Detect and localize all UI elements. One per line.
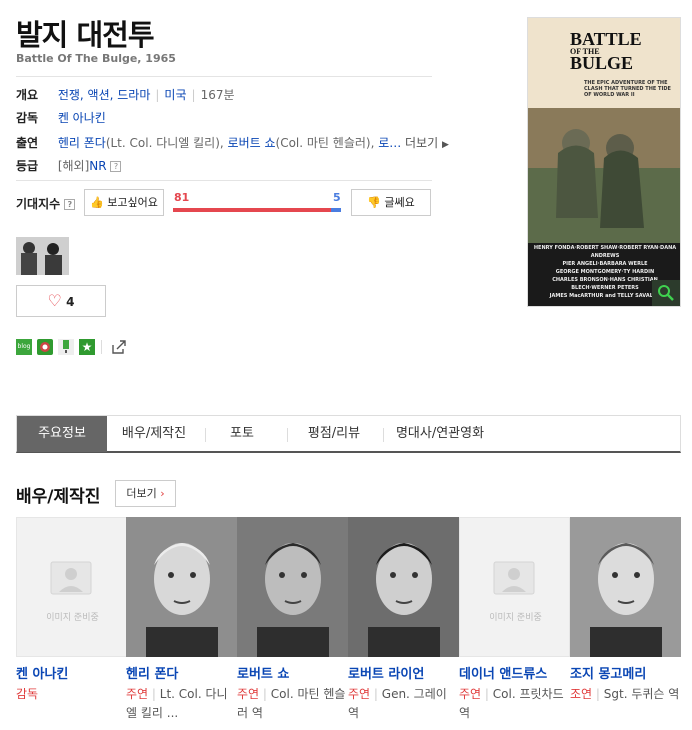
want-bar bbox=[173, 208, 331, 212]
poster-title: BATTLE OF THE BULGE bbox=[570, 29, 642, 73]
genre-link[interactable]: 전쟁, 액션, 드라마 bbox=[58, 88, 151, 102]
blog-share-icon[interactable]: blog bbox=[16, 339, 32, 355]
director-link[interactable]: 켄 아나킨 bbox=[58, 111, 106, 125]
tab-photo[interactable]: 포토 bbox=[207, 416, 277, 452]
chevron-right-icon: ▶ bbox=[441, 140, 449, 150]
bookmark-share-icon[interactable] bbox=[58, 339, 74, 355]
role-badge: 주연 bbox=[126, 687, 149, 701]
character-name: Sgt. 두퀴슨 역 bbox=[603, 687, 680, 701]
page-title: 발지 대전투 bbox=[16, 18, 154, 52]
want-to-see-button[interactable]: 👍 보고싶어요 bbox=[84, 189, 164, 216]
cast-card[interactable]: 조지 몽고메리조연 | Sgt. 두퀴슨 역 bbox=[570, 517, 681, 704]
poster-tagline: THE EPIC ADVENTURE OF THE CLASH THAT TUR… bbox=[584, 80, 671, 98]
cast-card[interactable]: 이미지 준비중데이너 앤드류스주연 | Col. 프릿차드 역 bbox=[459, 517, 570, 723]
tab-reviews[interactable]: 평점/리뷰 bbox=[289, 416, 379, 452]
person-photo[interactable] bbox=[570, 517, 681, 657]
role-badge: 주연 bbox=[237, 687, 260, 701]
tab-cast-crew[interactable]: 배우/제작진 bbox=[109, 416, 199, 452]
person-photo[interactable] bbox=[126, 517, 237, 657]
divider bbox=[16, 76, 432, 77]
cast-label: 출연 bbox=[16, 136, 39, 150]
cast-link-3[interactable]: 로… bbox=[378, 136, 401, 150]
role-badge: 주연 bbox=[348, 687, 371, 701]
share-icon[interactable] bbox=[111, 339, 127, 355]
divider bbox=[101, 340, 102, 354]
expect-label: 기대지수 ? bbox=[16, 195, 76, 212]
person-name[interactable]: 켄 아나킨 bbox=[16, 663, 127, 682]
overview-label: 개요 bbox=[16, 88, 39, 102]
placeholder-person-icon bbox=[493, 561, 535, 595]
no-image-label: 이미지 준비중 bbox=[489, 613, 542, 623]
cast-role-2: (Col. 마틴 헨슬러), bbox=[275, 136, 375, 150]
cast-link-1[interactable]: 헨리 폰다 bbox=[58, 136, 106, 150]
meh-count: 5 bbox=[333, 191, 341, 204]
cast-role-1: (Lt. Col. 다니엘 킬리), bbox=[105, 136, 224, 150]
tab-quotes-related[interactable]: 명대사/연관영화 bbox=[385, 416, 495, 452]
person-photo[interactable] bbox=[348, 517, 459, 657]
help-icon[interactable]: ? bbox=[110, 161, 122, 172]
role-badge: 주연 bbox=[459, 687, 482, 701]
role-badge: 조연 bbox=[570, 687, 593, 701]
person-role-line: 주연 | Col. 프릿차드 역 bbox=[459, 687, 564, 720]
social-share-icon[interactable] bbox=[37, 339, 53, 355]
chevron-right-icon: › bbox=[160, 487, 165, 500]
meh-bar bbox=[331, 208, 341, 212]
tab-main-info[interactable]: 주요정보 bbox=[17, 416, 107, 452]
still-thumbnail[interactable] bbox=[16, 237, 69, 275]
person-role-line: 주연 | Gen. 그레이 역 bbox=[348, 687, 447, 720]
no-image-placeholder[interactable]: 이미지 준비중 bbox=[459, 517, 570, 657]
person-name[interactable]: 헨리 폰다 bbox=[126, 663, 237, 682]
cast-link-2[interactable]: 로버트 쇼 bbox=[228, 136, 276, 150]
original-title: Battle Of The Bulge, 1965 bbox=[16, 52, 176, 65]
rating-region: [해외] bbox=[57, 159, 90, 173]
cast-card[interactable]: 로버트 쇼주연 | Col. 마틴 헨슬러 역 bbox=[237, 517, 348, 723]
person-name[interactable]: 데이너 앤드류스 bbox=[459, 663, 570, 682]
role-badge: 감독 bbox=[16, 687, 39, 701]
cast-card[interactable]: 이미지 준비중켄 아나킨감독 bbox=[16, 517, 127, 704]
thumbs-up-icon: 👍 bbox=[90, 196, 104, 209]
country-link[interactable]: 미국 bbox=[164, 88, 186, 102]
person-name[interactable]: 로버트 쇼 bbox=[237, 663, 348, 682]
person-role-line: 주연 | Col. 마틴 헨슬러 역 bbox=[237, 687, 346, 720]
section-title: 배우/제작진 bbox=[16, 487, 101, 507]
person-role-line: 조연 | Sgt. 두퀴슨 역 bbox=[570, 687, 680, 701]
cast-more-link[interactable]: 더보기 ▶ bbox=[405, 134, 449, 154]
person-role-line: 감독 bbox=[16, 685, 127, 704]
person-photo[interactable] bbox=[237, 517, 348, 657]
runtime: 167분 bbox=[200, 88, 235, 102]
no-image-placeholder[interactable]: 이미지 준비중 bbox=[16, 517, 127, 657]
help-icon[interactable]: ? bbox=[64, 199, 76, 210]
movie-poster[interactable]: BATTLE OF THE BULGE THE EPIC ADVENTURE O… bbox=[527, 17, 681, 307]
person-name[interactable]: 로버트 라이언 bbox=[348, 663, 459, 682]
director-row: 감독 켄 아나킨 bbox=[16, 109, 106, 127]
person-role-line: 주연 | Lt. Col. 다니엘 킬리 ... bbox=[126, 687, 228, 720]
rating-link[interactable]: NR bbox=[89, 159, 106, 173]
rating-row: 등급 [해외]NR ? bbox=[16, 157, 122, 175]
cast-card[interactable]: 로버트 라이언주연 | Gen. 그레이 역 bbox=[348, 517, 459, 723]
placeholder-person-icon bbox=[50, 561, 92, 595]
meh-button[interactable]: 👎 글쎄요 bbox=[351, 189, 431, 216]
cast-row: 출연 헨리 폰다(Lt. Col. 다니엘 킬리), 로버트 쇼(Col. 마틴… bbox=[16, 134, 449, 152]
zoom-button[interactable] bbox=[652, 280, 680, 306]
heart-icon: ♡ bbox=[47, 291, 62, 310]
star-share-icon[interactable]: ★ bbox=[79, 339, 95, 355]
cast-more-button[interactable]: 더보기 › bbox=[115, 480, 176, 507]
thumbs-down-icon: 👎 bbox=[367, 196, 381, 209]
divider bbox=[16, 180, 432, 181]
magnifier-icon bbox=[658, 285, 674, 301]
want-count: 81 bbox=[174, 191, 190, 204]
no-image-label: 이미지 준비중 bbox=[46, 613, 99, 623]
tab-bar: 주요정보 배우/제작진 포토 평점/리뷰 명대사/연관영화 bbox=[16, 415, 681, 453]
rating-label: 등급 bbox=[16, 159, 39, 173]
overview-row: 개요 전쟁, 액션, 드라마 | 미국 | 167분 bbox=[16, 88, 235, 102]
cast-card[interactable]: 헨리 폰다주연 | Lt. Col. 다니엘 킬리 ... bbox=[126, 517, 237, 723]
like-button[interactable]: ♡ 4 bbox=[16, 285, 106, 317]
person-name[interactable]: 조지 몽고메리 bbox=[570, 663, 681, 682]
director-label: 감독 bbox=[16, 111, 39, 125]
